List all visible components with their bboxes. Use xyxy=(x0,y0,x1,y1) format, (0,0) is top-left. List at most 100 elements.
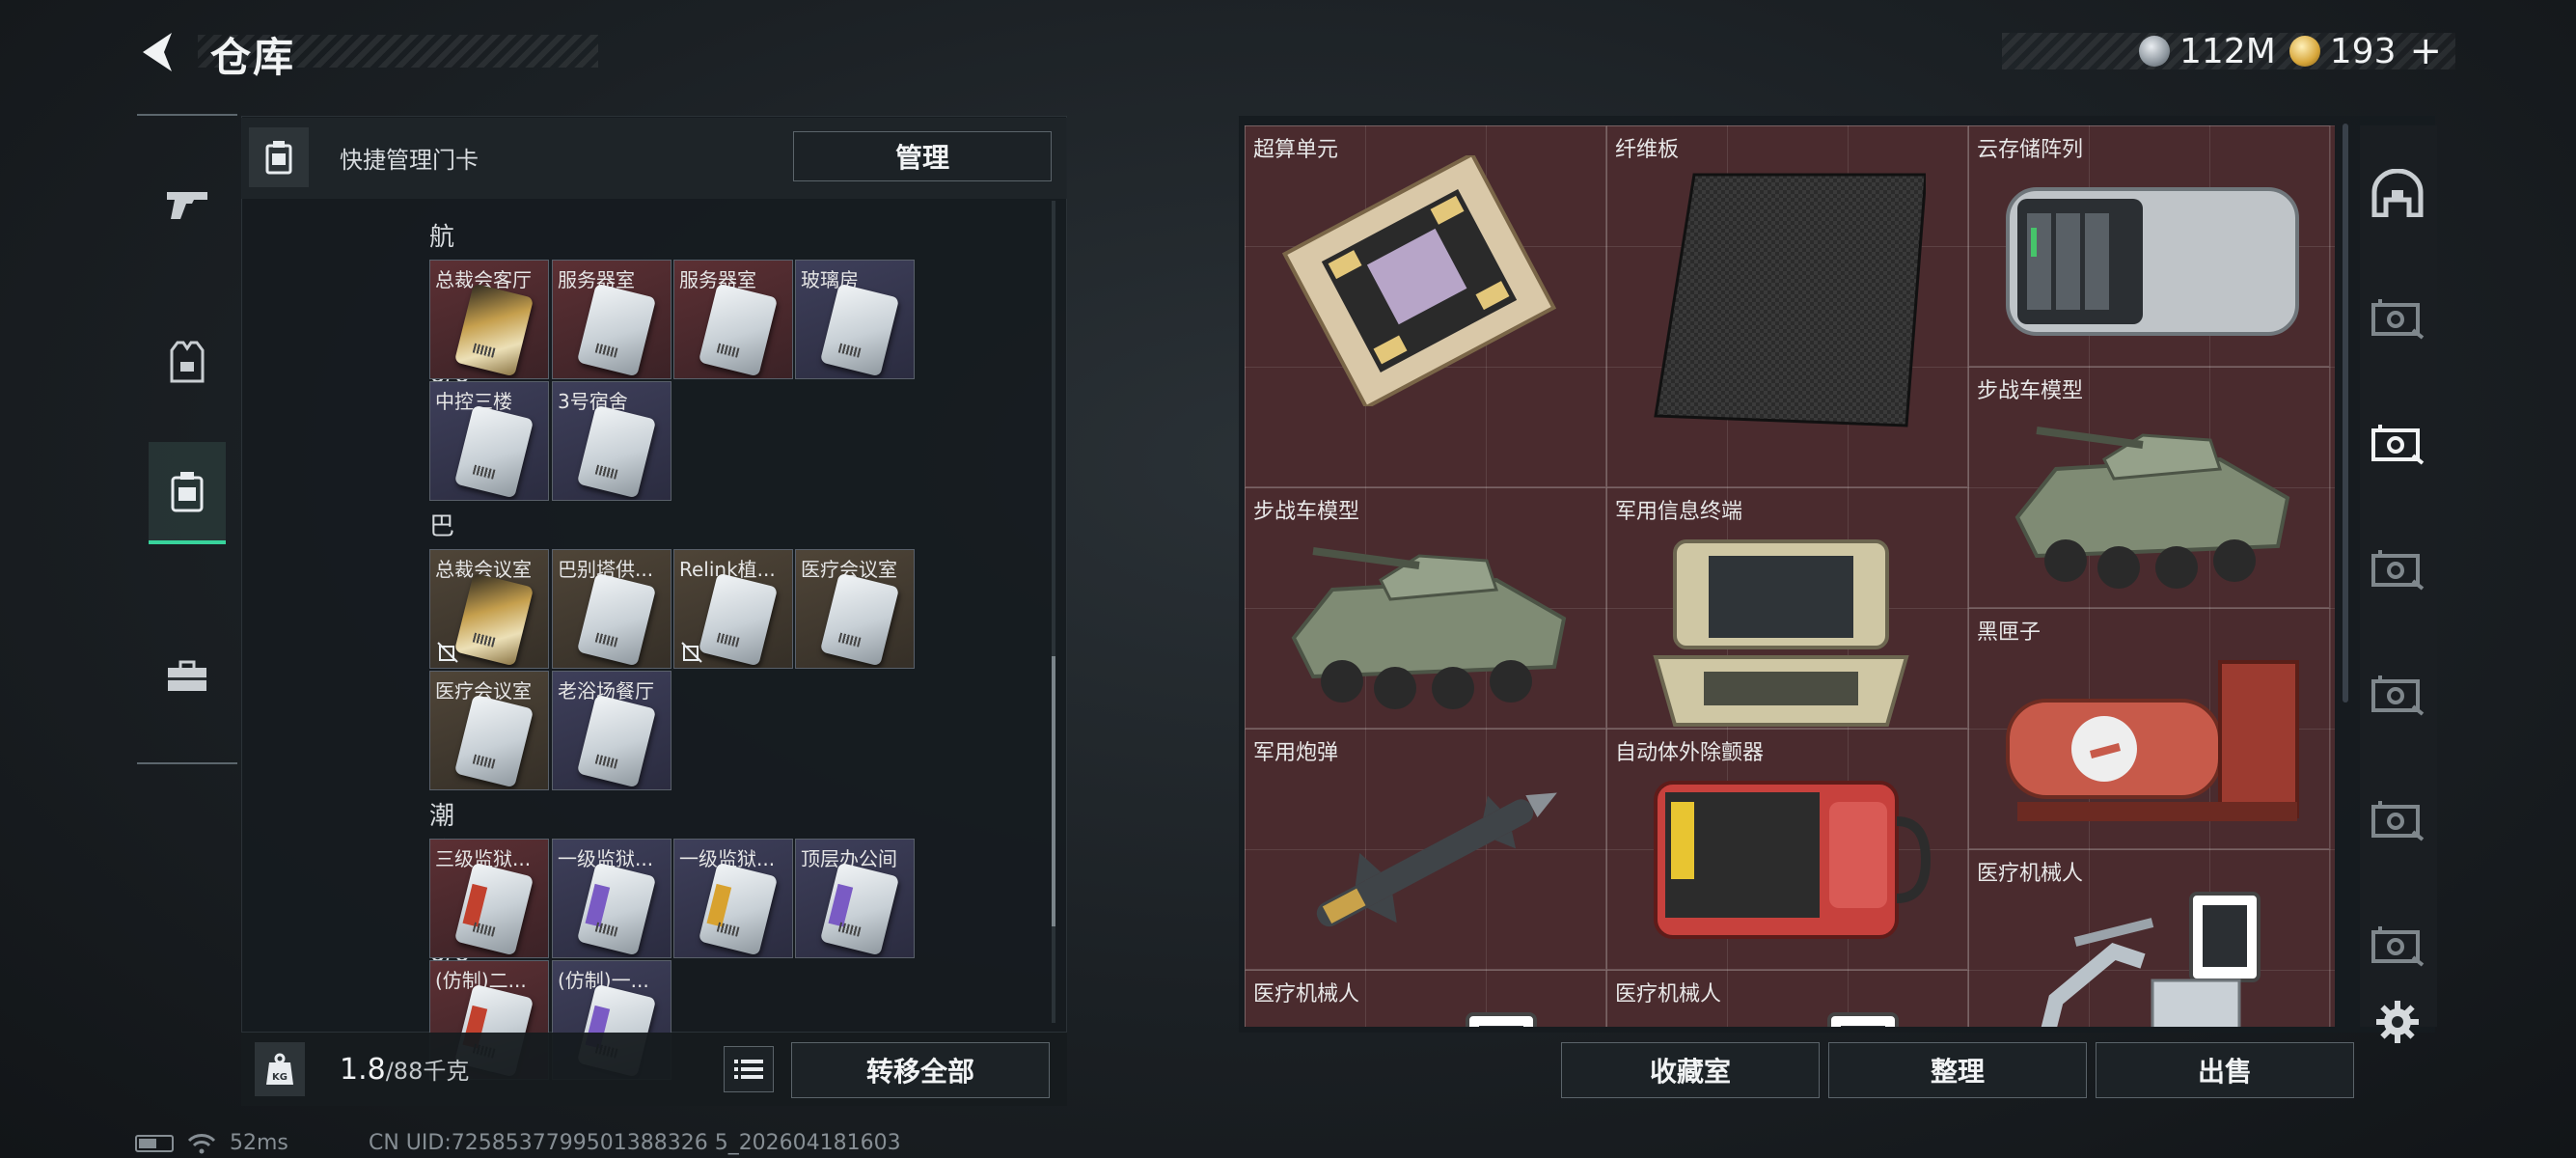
item-title: 医疗机械人 xyxy=(1253,982,1360,1006)
keycard-slot[interactable]: 医疗会议室 xyxy=(429,671,549,790)
tab-item-category[interactable] xyxy=(2364,386,2431,502)
user-uid: CN UID:7258537799501388326 5_20260418160… xyxy=(369,1131,901,1155)
keycard-image xyxy=(576,283,657,377)
collection-item[interactable]: 超算单元 xyxy=(1245,125,1606,487)
keycard-image xyxy=(453,694,534,788)
tab-item-category[interactable] xyxy=(2364,637,2431,753)
keycard-slot[interactable]: 三级监狱... xyxy=(429,839,549,958)
keycard-slot[interactable]: 3号宿舍 xyxy=(552,381,671,501)
item-category-icon xyxy=(2371,801,2425,841)
item-title: 医疗机械人 xyxy=(1615,982,1722,1006)
collection-item[interactable]: 步战车模型 xyxy=(1245,487,1606,729)
silver-amount: 112M xyxy=(2179,31,2276,71)
item-category-icon xyxy=(2371,676,2425,716)
keycard-image xyxy=(453,404,534,499)
keycard-bag-icon xyxy=(171,472,204,512)
keycard-image xyxy=(576,572,657,667)
weight-value: 1.8 xyxy=(340,1053,386,1087)
manage-button[interactable]: 管理 xyxy=(793,131,1052,181)
item-category-icon xyxy=(2371,299,2425,340)
ifv-model-image xyxy=(1998,401,2307,618)
tab-item-category[interactable] xyxy=(2364,888,2431,1004)
keycard-image xyxy=(576,862,657,956)
item-title: 军用炮弹 xyxy=(1253,741,1339,765)
medical-robot-image xyxy=(1274,1005,1583,1027)
circuit-board-image xyxy=(1274,152,1564,410)
keycard-slot[interactable]: 一级监狱... xyxy=(552,839,671,958)
collection-item[interactable]: 云存储阵列 xyxy=(1968,125,2330,367)
pistol-icon xyxy=(167,192,207,219)
wifi-icon xyxy=(187,1133,216,1153)
collection-room-button[interactable]: 收藏室 xyxy=(1561,1042,1820,1098)
gold-amount: 193 xyxy=(2329,31,2397,71)
missile-image xyxy=(1274,763,1583,960)
keycard-slot[interactable]: 一级监狱... xyxy=(673,839,793,958)
keycard-image xyxy=(453,283,534,377)
keycard-slot[interactable]: 总裁会议室 xyxy=(429,549,549,669)
keycard-image xyxy=(453,572,534,667)
collection-item[interactable]: 医疗机械人 xyxy=(1968,849,2330,1027)
keycard-image xyxy=(819,572,900,667)
collection-item[interactable]: 军用信息终端 xyxy=(1606,487,1968,729)
keycard-image xyxy=(819,862,900,956)
sell-button[interactable]: 出售 xyxy=(2096,1042,2354,1098)
organize-button[interactable]: 整理 xyxy=(1828,1042,2087,1098)
nav-item-toolbox[interactable] xyxy=(149,625,226,728)
keycard-slot[interactable]: 医疗会议室 xyxy=(795,549,915,669)
collection-item[interactable]: 医疗机械人 xyxy=(1606,970,1968,1027)
tab-item-category[interactable] xyxy=(2364,511,2431,627)
nav-item-keycards[interactable] xyxy=(149,442,226,544)
nav-item-armor[interactable] xyxy=(149,311,226,413)
item-grid-scrollbar[interactable] xyxy=(2343,124,2348,703)
item-category-icon xyxy=(2371,926,2425,967)
aed-image xyxy=(1636,763,1945,960)
tab-item-category[interactable] xyxy=(2364,261,2431,376)
weight-capacity: /88千克 xyxy=(385,1058,470,1085)
back-arrow-icon xyxy=(143,33,172,71)
toolbox-icon xyxy=(168,660,206,691)
collection-item[interactable]: 纤维板 xyxy=(1606,125,1968,487)
item-title: 自动体外除颤器 xyxy=(1615,741,1765,765)
keycard-image xyxy=(819,283,900,377)
tab-helmet[interactable] xyxy=(2364,135,2431,251)
quick-manage-label: 快捷管理门卡 xyxy=(340,147,479,174)
weight-readout: 1.8/88千克 xyxy=(340,1052,469,1087)
weight-kg-icon: KG xyxy=(266,1053,293,1085)
keycard-image xyxy=(576,404,657,499)
keycard-slot[interactable]: Relink植... xyxy=(673,549,793,669)
nav-item-weapons[interactable] xyxy=(149,152,226,255)
svg-text:KG: KG xyxy=(272,1072,288,1083)
weight-icon-box: KG xyxy=(255,1042,305,1096)
item-title: 云存储阵列 xyxy=(1977,138,2084,162)
keycard-image xyxy=(576,694,657,788)
collection-item[interactable]: 步战车模型 xyxy=(1968,367,2330,608)
keycard-scrollbar-thumb[interactable] xyxy=(1052,656,1055,926)
keycard-slot[interactable]: 中控三楼 xyxy=(429,381,549,501)
armor-vest-icon xyxy=(170,341,205,383)
keycard-slot[interactable]: 服务器室 xyxy=(673,260,793,379)
currency-bar: 112M 193 + xyxy=(2002,29,2455,73)
back-button[interactable] xyxy=(135,27,185,77)
item-title: 纤维板 xyxy=(1615,138,1680,162)
collection-item[interactable]: 自动体外除颤器 xyxy=(1606,729,1968,970)
gear-icon xyxy=(2376,1001,2419,1043)
item-title: 黑匣子 xyxy=(1977,620,2042,645)
collection-item[interactable]: 军用炮弹 xyxy=(1245,729,1606,970)
add-currency-button[interactable]: + xyxy=(2405,29,2442,73)
list-view-button[interactable] xyxy=(724,1046,774,1092)
storage-array-image xyxy=(1998,160,2307,357)
keycard-slot[interactable]: 玻璃房 xyxy=(795,260,915,379)
keycard-slot[interactable]: 老浴场餐厅 xyxy=(552,671,671,790)
keycard-bag-icon xyxy=(265,141,292,175)
keycard-slot[interactable]: 总裁会客厅 xyxy=(429,260,549,379)
keycard-slot[interactable]: 巴别塔供... xyxy=(552,549,671,669)
status-bar: 52ms xyxy=(135,1131,288,1155)
keycard-slot[interactable]: 顶层办公间 xyxy=(795,839,915,958)
collection-item[interactable]: 医疗机械人 xyxy=(1245,970,1606,1027)
list-icon xyxy=(734,1060,763,1079)
tab-item-category[interactable] xyxy=(2364,762,2431,878)
settings-button[interactable] xyxy=(2364,988,2431,1056)
keycard-slot[interactable]: 服务器室 xyxy=(552,260,671,379)
transfer-all-button[interactable]: 转移全部 xyxy=(791,1042,1050,1098)
collection-item[interactable]: 黑匣子 xyxy=(1968,608,2330,849)
